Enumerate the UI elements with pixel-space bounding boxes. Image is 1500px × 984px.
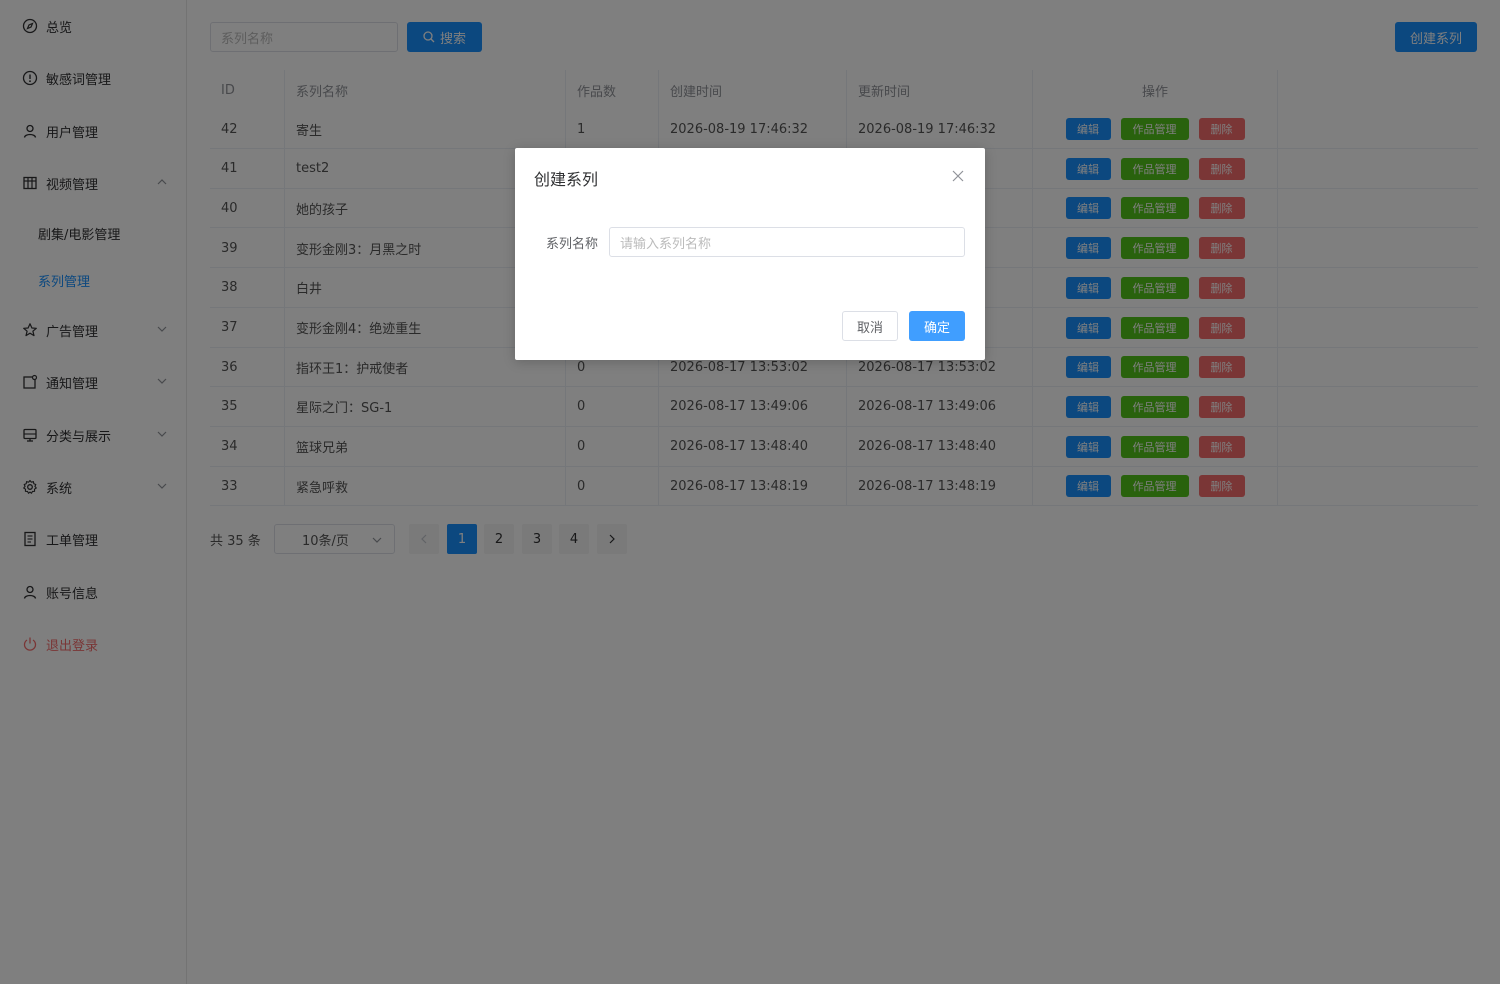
dialog-title: 创建系列 bbox=[534, 170, 599, 189]
series-name-placeholder: 请输入系列名称 bbox=[620, 236, 712, 252]
confirm-button[interactable]: 确定 bbox=[909, 311, 965, 341]
close-icon[interactable] bbox=[952, 170, 964, 182]
cancel-button[interactable]: 取消 bbox=[842, 311, 898, 341]
series-name-input[interactable]: 请输入系列名称 bbox=[609, 227, 965, 257]
create-series-dialog: 创建系列 系列名称 请输入系列名称 取消 确定 bbox=[515, 148, 985, 360]
series-name-label: 系列名称 bbox=[546, 236, 599, 252]
